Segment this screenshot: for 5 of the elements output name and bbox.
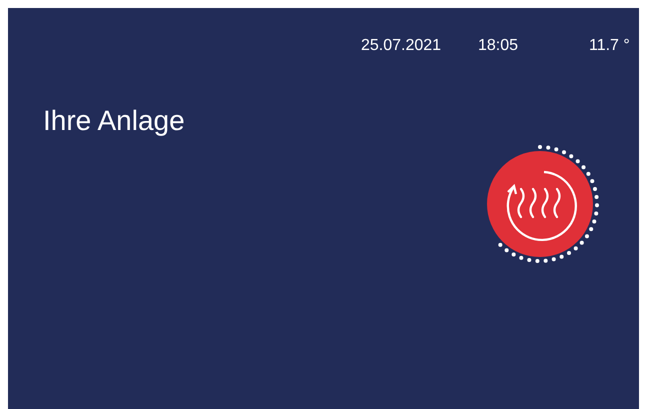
temperature-text: 11.7 °: [589, 37, 630, 56]
heat-cycle-icon: [506, 170, 577, 241]
date-text: 25.07.2021: [361, 37, 442, 56]
time-text: 18:05: [478, 37, 520, 56]
page-title: Ihre Anlage: [43, 105, 185, 137]
